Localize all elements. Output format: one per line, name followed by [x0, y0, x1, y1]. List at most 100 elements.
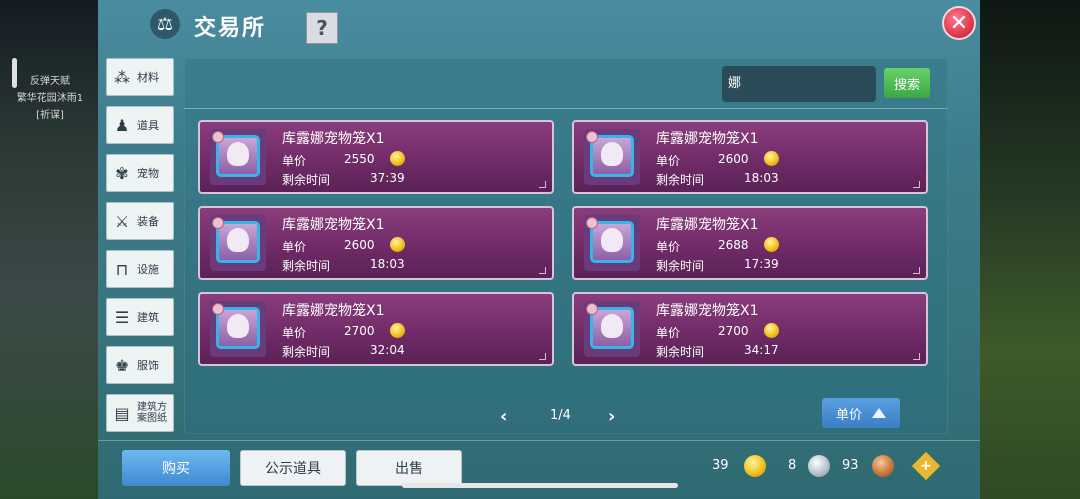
pet-cage-icon — [584, 215, 640, 271]
next-page-button[interactable]: › — [608, 406, 615, 427]
category-label: 装备 — [137, 215, 159, 228]
listing-name: 库露娜宠物笼X1 — [282, 303, 385, 319]
category-blueprint[interactable]: ▤ 建筑方 案图纸 — [106, 394, 174, 432]
time-value: 32:04 — [370, 343, 405, 357]
time-value: 17:39 — [744, 257, 779, 271]
time-label: 剩余时间 — [282, 345, 331, 359]
listing-area: 娜 搜索 库露娜宠物笼X1 单价 2550 剩余时间 37:39 库露娜宠物笼X… — [184, 58, 948, 434]
time-value: 34:17 — [744, 343, 779, 357]
listing-card[interactable]: 库露娜宠物笼X1 单价 2550 剩余时间 37:39 — [198, 120, 554, 194]
item-icon: ♟ — [114, 115, 130, 135]
gold-coin-icon — [764, 323, 779, 338]
pet-cage-icon — [210, 215, 266, 271]
silver-coin-icon — [808, 455, 830, 477]
listing-card[interactable]: 库露娜宠物笼X1 单价 2700 剩余时间 34:17 — [572, 292, 928, 366]
category-label: 服饰 — [137, 359, 159, 372]
corner-mark — [913, 267, 920, 274]
time-value: 18:03 — [744, 171, 779, 185]
help-button[interactable]: ? — [306, 12, 338, 44]
search-input[interactable]: 娜 — [722, 66, 876, 102]
corner-mark — [913, 181, 920, 188]
sort-by-price-button[interactable]: 单价 — [822, 398, 900, 428]
corner-mark — [539, 181, 546, 188]
price-label: 单价 — [656, 154, 681, 168]
time-label: 剩余时间 — [656, 173, 705, 187]
scales-icon: ⚖ — [150, 9, 180, 39]
time-label: 剩余时间 — [282, 259, 331, 273]
category-equipment[interactable]: ⚔ 装备 — [106, 202, 174, 240]
add-currency-button[interactable]: + — [911, 451, 941, 481]
price-value: 2700 — [344, 324, 375, 338]
sort-up-icon — [872, 408, 886, 418]
price-label: 单价 — [656, 240, 681, 254]
price-value: 2600 — [718, 152, 749, 166]
prev-page-button[interactable]: ‹ — [500, 406, 507, 427]
equipment-icon: ⚔ — [114, 211, 130, 231]
category-label: 设施 — [137, 263, 159, 276]
time-value: 18:03 — [370, 257, 405, 271]
divider — [184, 108, 948, 109]
category-clothing[interactable]: ♚ 服饰 — [106, 346, 174, 384]
home-indicator[interactable] — [402, 483, 678, 488]
category-label: 建筑方 案图纸 — [137, 402, 167, 424]
tab-public-items[interactable]: 公示道具 — [240, 450, 346, 486]
bronze-amount: 93 — [842, 458, 859, 473]
pet-cage-icon — [210, 129, 266, 185]
gold-coin-icon — [764, 151, 779, 166]
pet-icon: ✾ — [115, 163, 129, 183]
listing-name: 库露娜宠物笼X1 — [656, 131, 759, 147]
listing-card[interactable]: 库露娜宠物笼X1 单价 2688 剩余时间 17:39 — [572, 206, 928, 280]
exchange-window: ⚖ 交易所 ? ✕ ⁂ 材料 ♟ 道具 ✾ 宠物 ⚔ 装备 ⊓ 设施 ☰ 建筑 — [98, 0, 980, 499]
time-label: 剩余时间 — [282, 173, 331, 187]
listing-name: 库露娜宠物笼X1 — [656, 303, 759, 319]
search-button[interactable]: 搜索 — [884, 68, 930, 98]
category-label: 宠物 — [137, 167, 159, 180]
sort-label: 单价 — [835, 407, 862, 423]
facility-icon: ⊓ — [115, 259, 129, 279]
price-label: 单价 — [282, 240, 307, 254]
gold-coin-icon — [390, 323, 405, 338]
corner-mark — [539, 353, 546, 360]
listing-card[interactable]: 库露娜宠物笼X1 单价 2600 剩余时间 18:03 — [572, 120, 928, 194]
world-hud-text: 反弹天赋 繁华花园沐雨1 [祈谋] — [0, 72, 100, 123]
tab-buy[interactable]: 购买 — [122, 450, 230, 486]
category-pet[interactable]: ✾ 宠物 — [106, 154, 174, 192]
category-label: 材料 — [137, 71, 159, 84]
price-label: 单价 — [282, 326, 307, 340]
pet-cage-icon — [584, 129, 640, 185]
gold-amount: 39 — [712, 458, 729, 473]
listing-card[interactable]: 库露娜宠物笼X1 单价 2600 剩余时间 18:03 — [198, 206, 554, 280]
listing-name: 库露娜宠物笼X1 — [282, 131, 385, 147]
price-value: 2550 — [344, 152, 375, 166]
category-label: 道具 — [137, 119, 159, 132]
category-building[interactable]: ☰ 建筑 — [106, 298, 174, 336]
corner-mark — [539, 267, 546, 274]
page-indicator: 1/4 — [550, 408, 571, 423]
bottom-divider — [98, 440, 980, 441]
bronze-coin-icon — [872, 455, 894, 477]
gold-coin-icon — [390, 237, 405, 252]
window-title: 交易所 — [194, 16, 267, 41]
listing-name: 库露娜宠物笼X1 — [282, 217, 385, 233]
gold-coin-icon — [744, 455, 766, 477]
category-facility[interactable]: ⊓ 设施 — [106, 250, 174, 288]
tab-sell[interactable]: 出售 — [356, 450, 462, 486]
game-background-right — [980, 0, 1080, 499]
material-icon: ⁂ — [114, 67, 130, 87]
hud-line-1: 反弹天赋 — [30, 76, 70, 87]
category-item[interactable]: ♟ 道具 — [106, 106, 174, 144]
pet-cage-icon — [210, 301, 266, 357]
price-value: 2600 — [344, 238, 375, 252]
category-sidebar: ⁂ 材料 ♟ 道具 ✾ 宠物 ⚔ 装备 ⊓ 设施 ☰ 建筑 ♚ 服饰 ▤ 建筑方 — [106, 58, 174, 442]
corner-mark — [913, 353, 920, 360]
close-button[interactable]: ✕ — [942, 6, 976, 40]
title-bar: ⚖ 交易所 ? ✕ — [98, 0, 980, 50]
building-icon: ☰ — [114, 307, 130, 327]
price-label: 单价 — [282, 154, 307, 168]
listing-card[interactable]: 库露娜宠物笼X1 单价 2700 剩余时间 32:04 — [198, 292, 554, 366]
category-material[interactable]: ⁂ 材料 — [106, 58, 174, 96]
price-value: 2700 — [718, 324, 749, 338]
pet-cage-icon — [584, 301, 640, 357]
time-value: 37:39 — [370, 171, 405, 185]
plus-icon: + — [920, 457, 932, 474]
